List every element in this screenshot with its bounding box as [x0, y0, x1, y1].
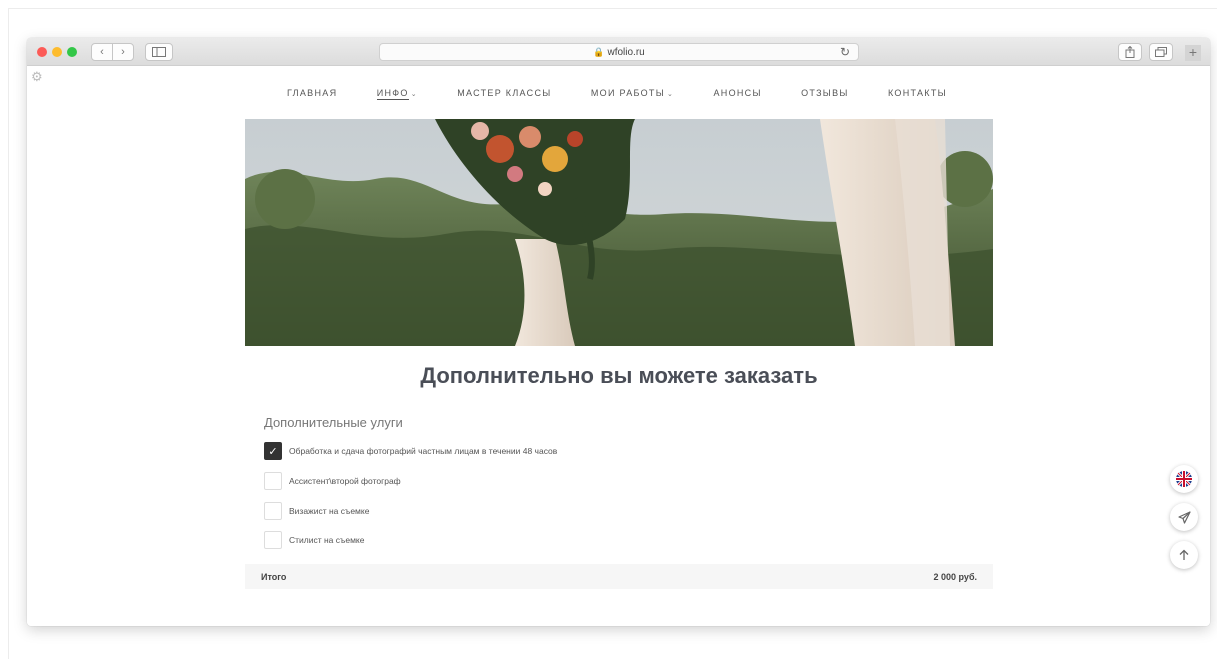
tabs-icon	[1155, 47, 1167, 57]
nav-item-label: МАСТЕР КЛАССЫ	[457, 88, 552, 98]
nav-item-label: ИНФО	[376, 88, 409, 100]
arrow-up-icon	[1179, 549, 1189, 560]
address-bar[interactable]: 🔒 wfolio.ru ↻	[379, 43, 859, 61]
nav-item-contacts[interactable]: КОНТАКТЫ	[888, 88, 947, 98]
nav-item-my-works[interactable]: МОИ РАБОТЫ ⌄	[591, 88, 674, 98]
nav-item-label: ГЛАВНАЯ	[287, 88, 338, 98]
nav-item-info[interactable]: ИНФО ⌄	[376, 88, 418, 100]
hero-image	[245, 119, 993, 346]
checkbox[interactable]	[264, 531, 282, 549]
chevron-down-icon: ⌄	[410, 91, 418, 98]
nav-item-masterclasses[interactable]: МАСТЕР КЛАССЫ	[457, 88, 551, 98]
option-label: Визажист на съемке	[289, 506, 370, 516]
site-navigation: ГЛАВНАЯ ИНФО ⌄ МАСТЕР КЛАССЫ МОИ РАБОТЫ ⌄ …	[287, 85, 947, 101]
page-viewport: ⚙ ГЛАВНАЯ ИНФО ⌄ МАСТЕР КЛАССЫ МОИ РАБОТЫ…	[27, 67, 1210, 626]
checkbox[interactable]	[264, 502, 282, 520]
checkbox[interactable]	[264, 472, 282, 490]
scroll-top-button[interactable]	[1170, 541, 1198, 569]
uk-flag-icon	[1176, 471, 1192, 487]
nav-item-announcements[interactable]: АНОНСЫ	[713, 88, 761, 98]
send-icon	[1177, 510, 1191, 524]
forward-button[interactable]: ›	[112, 43, 134, 61]
wedding-arch-photo	[245, 119, 993, 346]
reload-icon[interactable]: ↻	[840, 45, 850, 59]
total-row: Итого 2 000 руб.	[245, 564, 993, 589]
share-button[interactable]	[1118, 43, 1142, 61]
new-tab-button[interactable]: +	[1185, 45, 1201, 61]
share-icon	[1125, 46, 1135, 58]
language-button[interactable]	[1170, 465, 1198, 493]
option-item[interactable]: ✓ Обработка и сдача фотографий частным л…	[264, 442, 557, 460]
tabs-overview-button[interactable]	[1149, 43, 1173, 61]
nav-item-label: АНОНСЫ	[713, 88, 762, 98]
browser-window: ‹ › 🔒 wfolio.ru ↻ + ⚙ ГЛАВНАЯ ИНФО ⌄ МАС…	[27, 38, 1210, 626]
close-window-button[interactable]	[37, 47, 47, 57]
nav-item-label: КОНТАКТЫ	[887, 88, 947, 98]
option-label: Стилист на съемке	[289, 535, 365, 545]
sidebar-icon	[152, 47, 166, 57]
gear-icon[interactable]: ⚙	[31, 69, 43, 85]
section-title: Дополнительно вы можете заказать	[420, 363, 818, 388]
checkbox-checked[interactable]: ✓	[264, 442, 282, 460]
chevron-left-icon: ‹	[100, 46, 104, 58]
nav-item-label: ОТЗЫВЫ	[801, 88, 849, 98]
nav-item-label: МОИ РАБОТЫ	[590, 88, 665, 98]
option-item[interactable]: Стилист на съемке	[264, 531, 364, 549]
option-item[interactable]: Визажист на съемке	[264, 502, 369, 520]
checkmark-icon: ✓	[268, 445, 278, 458]
chevron-down-icon: ⌄	[667, 91, 675, 98]
chevron-right-icon: ›	[121, 46, 125, 58]
nav-item-home[interactable]: ГЛАВНАЯ	[287, 88, 337, 98]
option-label: Обработка и сдача фотографий частным лиц…	[289, 446, 558, 456]
share-button[interactable]	[1170, 503, 1198, 531]
total-label: Итого	[261, 571, 287, 582]
nav-item-reviews[interactable]: ОТЗЫВЫ	[801, 88, 849, 98]
total-value: 2 000 руб.	[933, 571, 977, 582]
back-button[interactable]: ‹	[91, 43, 113, 61]
zoom-window-button[interactable]	[67, 47, 77, 57]
lock-icon: 🔒	[593, 46, 605, 57]
services-heading: Дополнительные улуги	[264, 415, 403, 430]
minimize-window-button[interactable]	[52, 47, 62, 57]
browser-titlebar: ‹ › 🔒 wfolio.ru ↻ +	[27, 38, 1210, 66]
address-url: wfolio.ru	[607, 46, 645, 58]
sidebar-toggle-button[interactable]	[145, 43, 173, 61]
option-label: Ассистент\второй фотограф	[289, 476, 401, 486]
option-item[interactable]: Ассистент\второй фотограф	[264, 472, 401, 490]
